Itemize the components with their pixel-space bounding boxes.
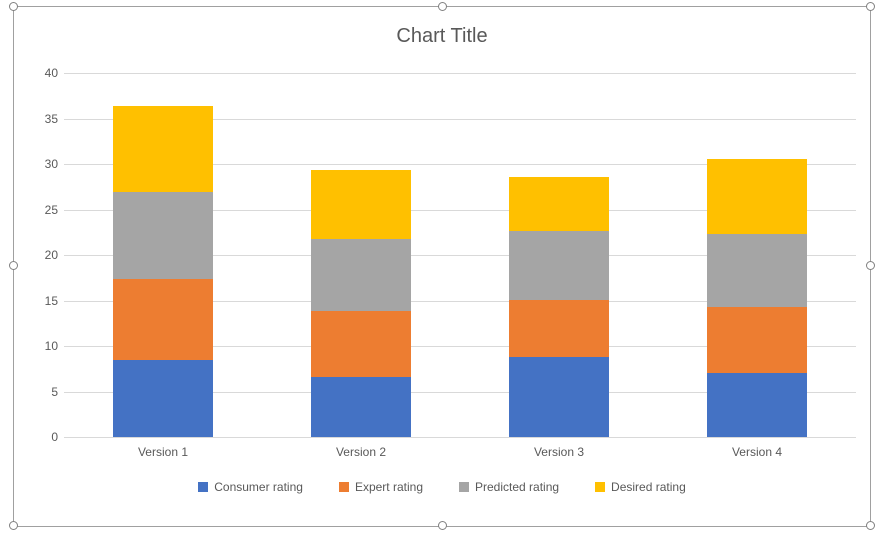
bar-segment-consumer-rating[interactable] bbox=[311, 377, 411, 437]
bar-segment-predicted-rating[interactable] bbox=[707, 234, 807, 307]
bar-version-2[interactable]: Version 2 bbox=[311, 73, 411, 437]
legend[interactable]: Consumer rating Expert rating Predicted ra… bbox=[14, 479, 870, 494]
x-axis-category-label: Version 4 bbox=[707, 445, 807, 459]
legend-swatch-icon bbox=[595, 482, 605, 492]
plot-area[interactable]: 0510152025303540Version 1Version 2Versio… bbox=[64, 73, 856, 437]
legend-item-desired-rating[interactable]: Desired rating bbox=[595, 479, 686, 494]
bar-segment-desired-rating[interactable] bbox=[509, 177, 609, 232]
x-axis-category-label: Version 3 bbox=[509, 445, 609, 459]
bar-segment-expert-rating[interactable] bbox=[113, 279, 213, 360]
bar-segment-expert-rating[interactable] bbox=[311, 311, 411, 377]
bar-version-3[interactable]: Version 3 bbox=[509, 73, 609, 437]
chart-title[interactable]: Chart Title bbox=[14, 25, 870, 48]
x-axis-category-label: Version 1 bbox=[113, 445, 213, 459]
resize-handle-bottom-middle[interactable] bbox=[438, 521, 447, 530]
x-axis-category-label: Version 2 bbox=[311, 445, 411, 459]
bar-segment-predicted-rating[interactable] bbox=[509, 231, 609, 299]
resize-handle-middle-left[interactable] bbox=[9, 261, 18, 270]
legend-item-consumer-rating[interactable]: Consumer rating bbox=[198, 479, 303, 494]
bar-segment-consumer-rating[interactable] bbox=[509, 357, 609, 437]
bar-segment-predicted-rating[interactable] bbox=[113, 192, 213, 278]
resize-handle-bottom-right[interactable] bbox=[866, 521, 875, 530]
bar-segment-consumer-rating[interactable] bbox=[707, 373, 807, 437]
legend-label: Desired rating bbox=[611, 480, 686, 494]
y-axis-tick-label: 35 bbox=[18, 113, 58, 125]
resize-handle-bottom-left[interactable] bbox=[9, 521, 18, 530]
resize-handle-top-left[interactable] bbox=[9, 2, 18, 11]
legend-label: Consumer rating bbox=[214, 480, 303, 494]
bar-version-1[interactable]: Version 1 bbox=[113, 73, 213, 437]
chart-frame[interactable]: Chart Title 0 5 10 15 20 25 30 35 40 Version 1 Ver… bbox=[13, 6, 871, 527]
y-axis-tick-label: 20 bbox=[18, 249, 58, 261]
y-axis-tick-label: 40 bbox=[18, 67, 58, 79]
legend-label: Expert rating bbox=[355, 480, 423, 494]
y-axis-tick-label: 30 bbox=[18, 158, 58, 170]
bar-version-4[interactable]: Version 4 bbox=[707, 73, 807, 437]
y-axis-tick-label: 10 bbox=[18, 340, 58, 352]
gridline bbox=[64, 437, 856, 438]
bar-segment-predicted-rating[interactable] bbox=[311, 239, 411, 311]
bar-segment-expert-rating[interactable] bbox=[707, 307, 807, 373]
resize-handle-top-middle[interactable] bbox=[438, 2, 447, 11]
bar-segment-desired-rating[interactable] bbox=[113, 106, 213, 192]
chart-object[interactable]: Chart Title 0 5 10 15 20 25 30 35 40 Version 1 Ver… bbox=[0, 0, 884, 533]
resize-handle-middle-right[interactable] bbox=[866, 261, 875, 270]
legend-swatch-icon bbox=[198, 482, 208, 492]
legend-swatch-icon bbox=[339, 482, 349, 492]
resize-handle-top-right[interactable] bbox=[866, 2, 875, 11]
bar-segment-desired-rating[interactable] bbox=[707, 159, 807, 235]
y-axis-tick-label: 15 bbox=[18, 295, 58, 307]
legend-item-expert-rating[interactable]: Expert rating bbox=[339, 479, 423, 494]
legend-label: Predicted rating bbox=[475, 480, 559, 494]
y-axis-tick-label: 25 bbox=[18, 204, 58, 216]
bar-segment-desired-rating[interactable] bbox=[311, 170, 411, 238]
y-axis-tick-label: 5 bbox=[18, 386, 58, 398]
legend-swatch-icon bbox=[459, 482, 469, 492]
bar-segment-expert-rating[interactable] bbox=[509, 300, 609, 357]
legend-item-predicted-rating[interactable]: Predicted rating bbox=[459, 479, 559, 494]
y-axis-tick-label: 0 bbox=[18, 431, 58, 443]
bar-segment-consumer-rating[interactable] bbox=[113, 360, 213, 437]
